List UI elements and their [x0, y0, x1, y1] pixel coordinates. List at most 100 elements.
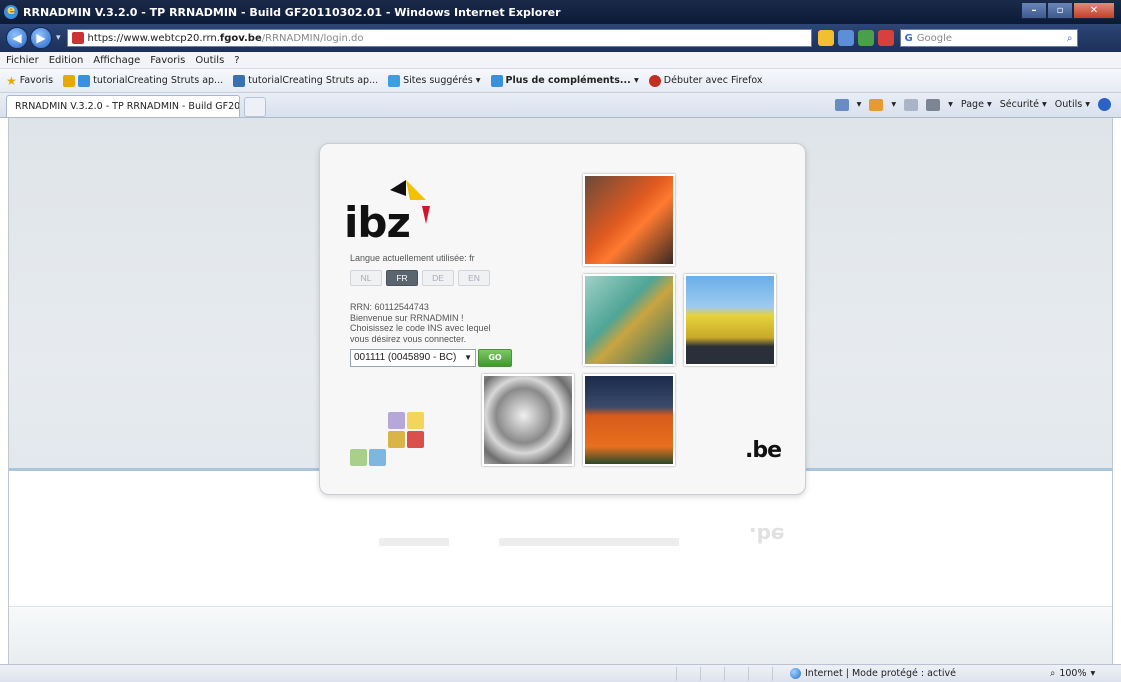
fav-link-4[interactable]: Plus de compléments... ▾ — [490, 74, 639, 87]
menu-outils[interactable]: Outils — [195, 55, 224, 66]
photo-steward — [583, 374, 675, 466]
menu-help[interactable]: ? — [234, 55, 239, 66]
address-icons — [817, 30, 894, 46]
ins-code-select[interactable]: 001111 (0045890 - BC) ▼ — [350, 349, 476, 367]
menu-favoris[interactable]: Favoris — [150, 55, 185, 66]
home-icon[interactable] — [834, 98, 849, 111]
square-green — [350, 449, 367, 466]
ibz-logo-text: ibz — [344, 198, 411, 247]
photo-fingerprint — [482, 374, 574, 466]
lang-de-button[interactable]: DE — [422, 270, 454, 286]
maximize-button[interactable]: ▫ — [1047, 2, 1073, 19]
print-icon[interactable] — [926, 98, 941, 111]
zoom-level: 100% — [1059, 668, 1087, 679]
security-menu[interactable]: Sécurité ▾ — [1000, 99, 1047, 110]
status-divider — [676, 667, 677, 681]
square-blue — [369, 449, 386, 466]
menu-edition[interactable]: Edition — [49, 55, 84, 66]
home-dropdown-icon[interactable]: ▾ — [857, 99, 862, 110]
search-icon[interactable]: ⌕ — [1067, 33, 1073, 44]
reflection-bar — [589, 538, 679, 546]
stop-icon[interactable] — [877, 30, 894, 46]
square-gold — [388, 431, 405, 448]
tools-menu[interactable]: Outils ▾ — [1055, 99, 1090, 110]
card-reflection: .be — [319, 498, 806, 558]
language-label: Langue actuellement utilisée: fr — [350, 253, 475, 263]
login-info: RRN: 60112544743 Bienvenue sur RRNADMIN … — [350, 302, 550, 344]
menu-fichier[interactable]: Fichier — [6, 55, 39, 66]
fav-link-label: Sites suggérés ▾ — [403, 75, 481, 86]
window-title: RRNADMIN V.3.2.0 - TP RRNADMIN - Build G… — [23, 5, 561, 19]
tab-bar: RRNADMIN V.3.2.0 - TP RRNADMIN - Build G… — [0, 93, 1121, 118]
login-card: ibz Langue actuellement utilisée: fr NL … — [319, 143, 806, 495]
favorites-label: Favoris — [19, 75, 54, 86]
background-bottom — [9, 606, 1112, 664]
search-input[interactable]: G Google ⌕ — [899, 29, 1078, 47]
ibz-logo: ibz — [344, 176, 444, 247]
print-dropdown-icon[interactable]: ▾ — [948, 99, 953, 110]
feeds-dropdown-icon[interactable]: ▾ — [891, 99, 896, 110]
google-icon: G — [904, 32, 913, 44]
history-dropdown-icon[interactable]: ▾ — [56, 33, 61, 43]
ins-code-value: 001111 (0045890 - BC) — [354, 352, 457, 363]
window-titlebar: RRNADMIN V.3.2.0 - TP RRNADMIN - Build G… — [0, 0, 1121, 24]
square-red — [407, 431, 424, 448]
suggested-sites-icon — [388, 74, 401, 87]
photo-card-reader — [583, 174, 675, 266]
window-controls: – ▫ ✕ — [1021, 2, 1115, 19]
feeds-icon[interactable] — [869, 98, 884, 111]
compatibility-icon[interactable] — [837, 30, 854, 46]
zoom-control[interactable]: ⌕ 100% ▾ — [1050, 668, 1095, 679]
fav-link-5[interactable]: Débuter avec Firefox — [648, 74, 763, 87]
help-icon[interactable] — [1098, 98, 1111, 111]
color-squares-decoration — [350, 412, 424, 466]
reflection-bar — [379, 538, 449, 546]
page-content: .be ibz Langue actuellement utilisée: fr… — [8, 118, 1113, 664]
url-prefix: https://www.webtcp20.rrn. — [87, 32, 220, 44]
zone-label: Internet | Mode protégé : activé — [805, 668, 956, 679]
forward-button[interactable]: ▶ — [30, 27, 52, 49]
welcome-line: Bienvenue sur RRNADMIN ! — [350, 312, 464, 323]
command-bar: ▾ ▾ ▾ Page ▾ Sécurité ▾ Outils ▾ — [834, 98, 1111, 111]
lang-en-button[interactable]: EN — [458, 270, 490, 286]
new-tab-button[interactable] — [244, 97, 266, 117]
fav-link-label: Débuter avec Firefox — [663, 75, 763, 86]
ie-page-icon — [78, 74, 91, 87]
instruction-line-1: Choisissez le code INS avec lequel — [350, 323, 491, 333]
be-logo: .be — [745, 438, 782, 463]
url-host: fgov.be — [219, 32, 262, 44]
mail-icon[interactable] — [904, 98, 919, 111]
lock-icon[interactable] — [817, 30, 834, 46]
fav-link-2[interactable]: tutorialCreating Struts ap... — [233, 74, 379, 87]
security-zone[interactable]: Internet | Mode protégé : activé — [790, 668, 956, 679]
menu-bar: Fichier Edition Affichage Favoris Outils… — [0, 52, 1121, 69]
photo-id-card — [583, 274, 675, 366]
fav-link-label: tutorialCreating Struts ap... — [248, 75, 379, 86]
fav-link-3[interactable]: Sites suggérés ▾ — [388, 74, 481, 87]
fav-link-1[interactable]: tutorialCreating Struts ap... — [63, 74, 223, 87]
page-menu[interactable]: Page ▾ — [961, 99, 992, 110]
lang-fr-button[interactable]: FR — [386, 270, 418, 286]
url-field[interactable]: https://www.webtcp20.rrn. fgov.be/RRNADMI… — [66, 29, 812, 47]
square-yellow — [407, 412, 424, 429]
status-divider — [724, 667, 725, 681]
vp-icon — [233, 74, 246, 87]
lang-nl-button[interactable]: NL — [350, 270, 382, 286]
square-purple — [388, 412, 405, 429]
magnifier-icon: ⌕ — [1050, 668, 1056, 679]
photo-yellow-suits — [684, 274, 776, 366]
back-button[interactable]: ◀ — [6, 27, 28, 49]
address-toolbar: ◀ ▶ ▾ https://www.webtcp20.rrn. fgov.be/R… — [0, 24, 1121, 52]
ie-page-icon — [490, 74, 503, 87]
tab-rrnadmin[interactable]: RRNADMIN V.3.2.0 - TP RRNADMIN - Build G… — [6, 95, 240, 117]
favorites-button[interactable]: ★ Favoris — [6, 74, 53, 88]
go-button[interactable]: GO — [478, 349, 512, 367]
refresh-icon[interactable] — [857, 30, 874, 46]
close-button[interactable]: ✕ — [1073, 2, 1115, 19]
status-divider — [772, 667, 773, 681]
minimize-button[interactable]: – — [1021, 2, 1047, 19]
search-placeholder: Google — [916, 32, 953, 44]
rrn-line: RRN: 60112544743 — [350, 302, 429, 312]
menu-affichage[interactable]: Affichage — [93, 55, 140, 66]
firefox-icon — [648, 74, 661, 87]
